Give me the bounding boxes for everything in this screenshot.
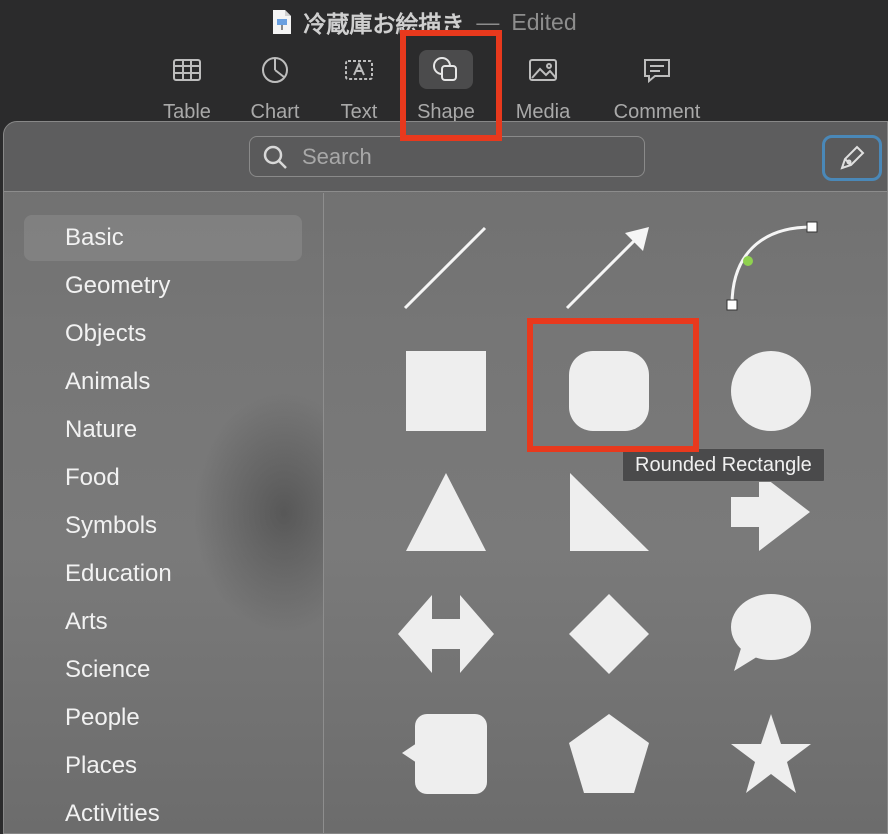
media-icon — [529, 58, 557, 81]
shape-triangle[interactable] — [405, 471, 487, 553]
draw-with-pen-button[interactable] — [822, 135, 882, 181]
shape-circle[interactable] — [730, 350, 812, 432]
shape-arrow-right[interactable] — [730, 471, 812, 553]
category-objects[interactable]: Objects — [24, 311, 302, 357]
shape-line[interactable] — [395, 223, 495, 313]
shape-rounded-rectangle[interactable] — [568, 350, 650, 432]
shape-grid — [325, 193, 887, 833]
shape-diamond[interactable] — [568, 593, 650, 675]
text-box-icon — [345, 59, 373, 80]
shape-square[interactable] — [405, 350, 487, 432]
comment-icon — [644, 58, 670, 83]
toolbar-text-button[interactable]: Text — [332, 44, 386, 124]
toolbar: Table Chart Text Shape Media Comment — [0, 44, 888, 124]
window-title-bar: 冷蔵庫お絵描き — Edited — [0, 0, 888, 44]
keynote-document-icon — [273, 10, 292, 34]
category-food[interactable]: Food — [24, 455, 302, 501]
toolbar-media-button[interactable]: Media — [516, 44, 570, 124]
search-icon — [263, 145, 287, 169]
category-science[interactable]: Science — [24, 647, 302, 693]
shape-search-bar — [4, 122, 887, 192]
category-nature[interactable]: Nature — [24, 407, 302, 453]
search-input[interactable] — [302, 143, 622, 170]
category-animals[interactable]: Animals — [24, 359, 302, 405]
shape-curve[interactable] — [719, 217, 819, 317]
chart-icon — [262, 56, 288, 83]
shape-arrow[interactable] — [557, 223, 657, 313]
shape-right-triangle[interactable] — [568, 471, 650, 553]
category-symbols[interactable]: Symbols — [24, 503, 302, 549]
shape-pentagon[interactable] — [568, 713, 650, 795]
search-field[interactable] — [249, 136, 645, 177]
toolbar-chart-button[interactable]: Chart — [248, 44, 302, 124]
shape-star[interactable] — [730, 713, 812, 795]
toolbar-comment-button[interactable]: Comment — [614, 44, 700, 124]
category-arts[interactable]: Arts — [24, 599, 302, 645]
shape-double-arrow[interactable] — [397, 593, 495, 675]
category-places[interactable]: Places — [24, 743, 302, 789]
document-name: 冷蔵庫お絵描き — [303, 11, 465, 37]
category-activities[interactable]: Activities — [24, 791, 302, 833]
title-separator: — — [476, 8, 500, 35]
toolbar-table-button[interactable]: Table — [160, 44, 214, 124]
pen-icon — [840, 145, 865, 170]
table-icon — [173, 58, 201, 81]
shape-speech-bubble[interactable] — [730, 593, 812, 675]
shape-tooltip: Rounded Rectangle — [622, 448, 825, 482]
shape-icon — [433, 56, 457, 81]
category-basic[interactable]: Basic — [24, 215, 302, 261]
document-status: Edited — [511, 8, 577, 35]
category-people[interactable]: People — [24, 695, 302, 741]
category-geometry[interactable]: Geometry — [24, 263, 302, 309]
toolbar-shape-button[interactable]: Shape — [417, 44, 475, 124]
tooltip-text: Rounded Rectangle — [635, 453, 812, 476]
shape-callout-square[interactable] — [401, 713, 489, 795]
shape-category-list: Basic Geometry Objects Animals Nature Fo… — [4, 193, 324, 833]
category-education[interactable]: Education — [24, 551, 302, 597]
